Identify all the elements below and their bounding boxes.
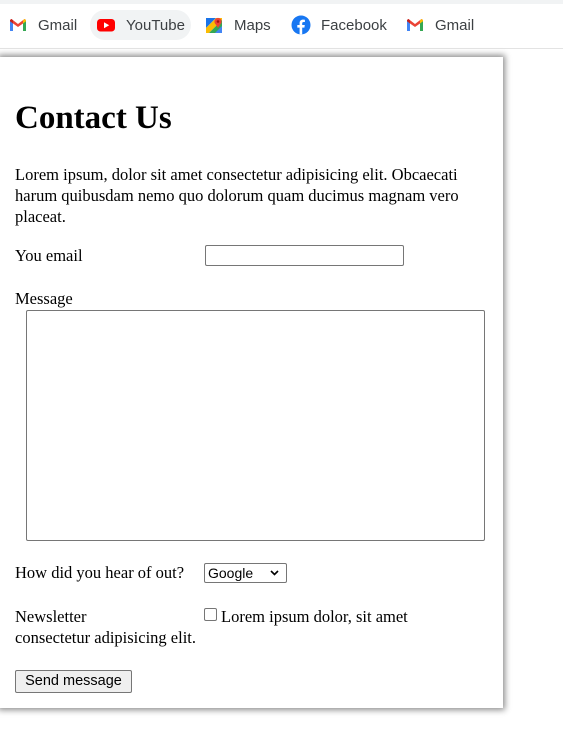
source-selected-value: Google	[208, 565, 254, 581]
maps-icon	[204, 15, 224, 35]
message-label: Message	[15, 289, 73, 308]
bookmark-label: Gmail	[38, 16, 78, 34]
email-field[interactable]	[205, 245, 404, 266]
bookmark-youtube[interactable]: YouTube	[90, 10, 191, 40]
bookmark-maps[interactable]: Maps	[198, 10, 277, 40]
newsletter-description: Lorem ipsum dolor, sit amet consectetur …	[15, 607, 408, 647]
bookmark-gmail-2[interactable]: Gmail	[399, 10, 480, 40]
email-label: You email	[15, 246, 83, 265]
bookmark-gmail[interactable]: Gmail	[2, 10, 83, 40]
bookmark-label: Gmail	[435, 16, 475, 34]
gmail-icon	[8, 15, 28, 35]
send-message-button[interactable]: Send message	[15, 670, 132, 693]
message-textarea[interactable]	[26, 310, 485, 541]
bookmark-label: Maps	[234, 16, 271, 34]
source-select[interactable]: Google	[204, 563, 287, 583]
source-label: How did you hear of out?	[15, 563, 185, 582]
bookmark-facebook[interactable]: Facebook	[285, 10, 393, 40]
contact-form-card: Contact Us Lorem ipsum, dolor sit amet c…	[0, 57, 503, 708]
gmail-icon	[405, 15, 425, 35]
intro-text: Lorem ipsum, dolor sit amet consectetur …	[15, 165, 459, 226]
bookmark-label: Facebook	[321, 16, 387, 34]
bookmarks-bar: Gmail YouTube Maps Facebook Gmail	[0, 0, 563, 49]
facebook-icon	[291, 15, 311, 35]
bookmark-label: YouTube	[126, 16, 185, 34]
chevron-down-icon	[270, 570, 279, 576]
youtube-icon	[96, 15, 116, 35]
page-title: Contact Us	[15, 100, 172, 136]
newsletter-checkbox[interactable]	[204, 608, 217, 621]
